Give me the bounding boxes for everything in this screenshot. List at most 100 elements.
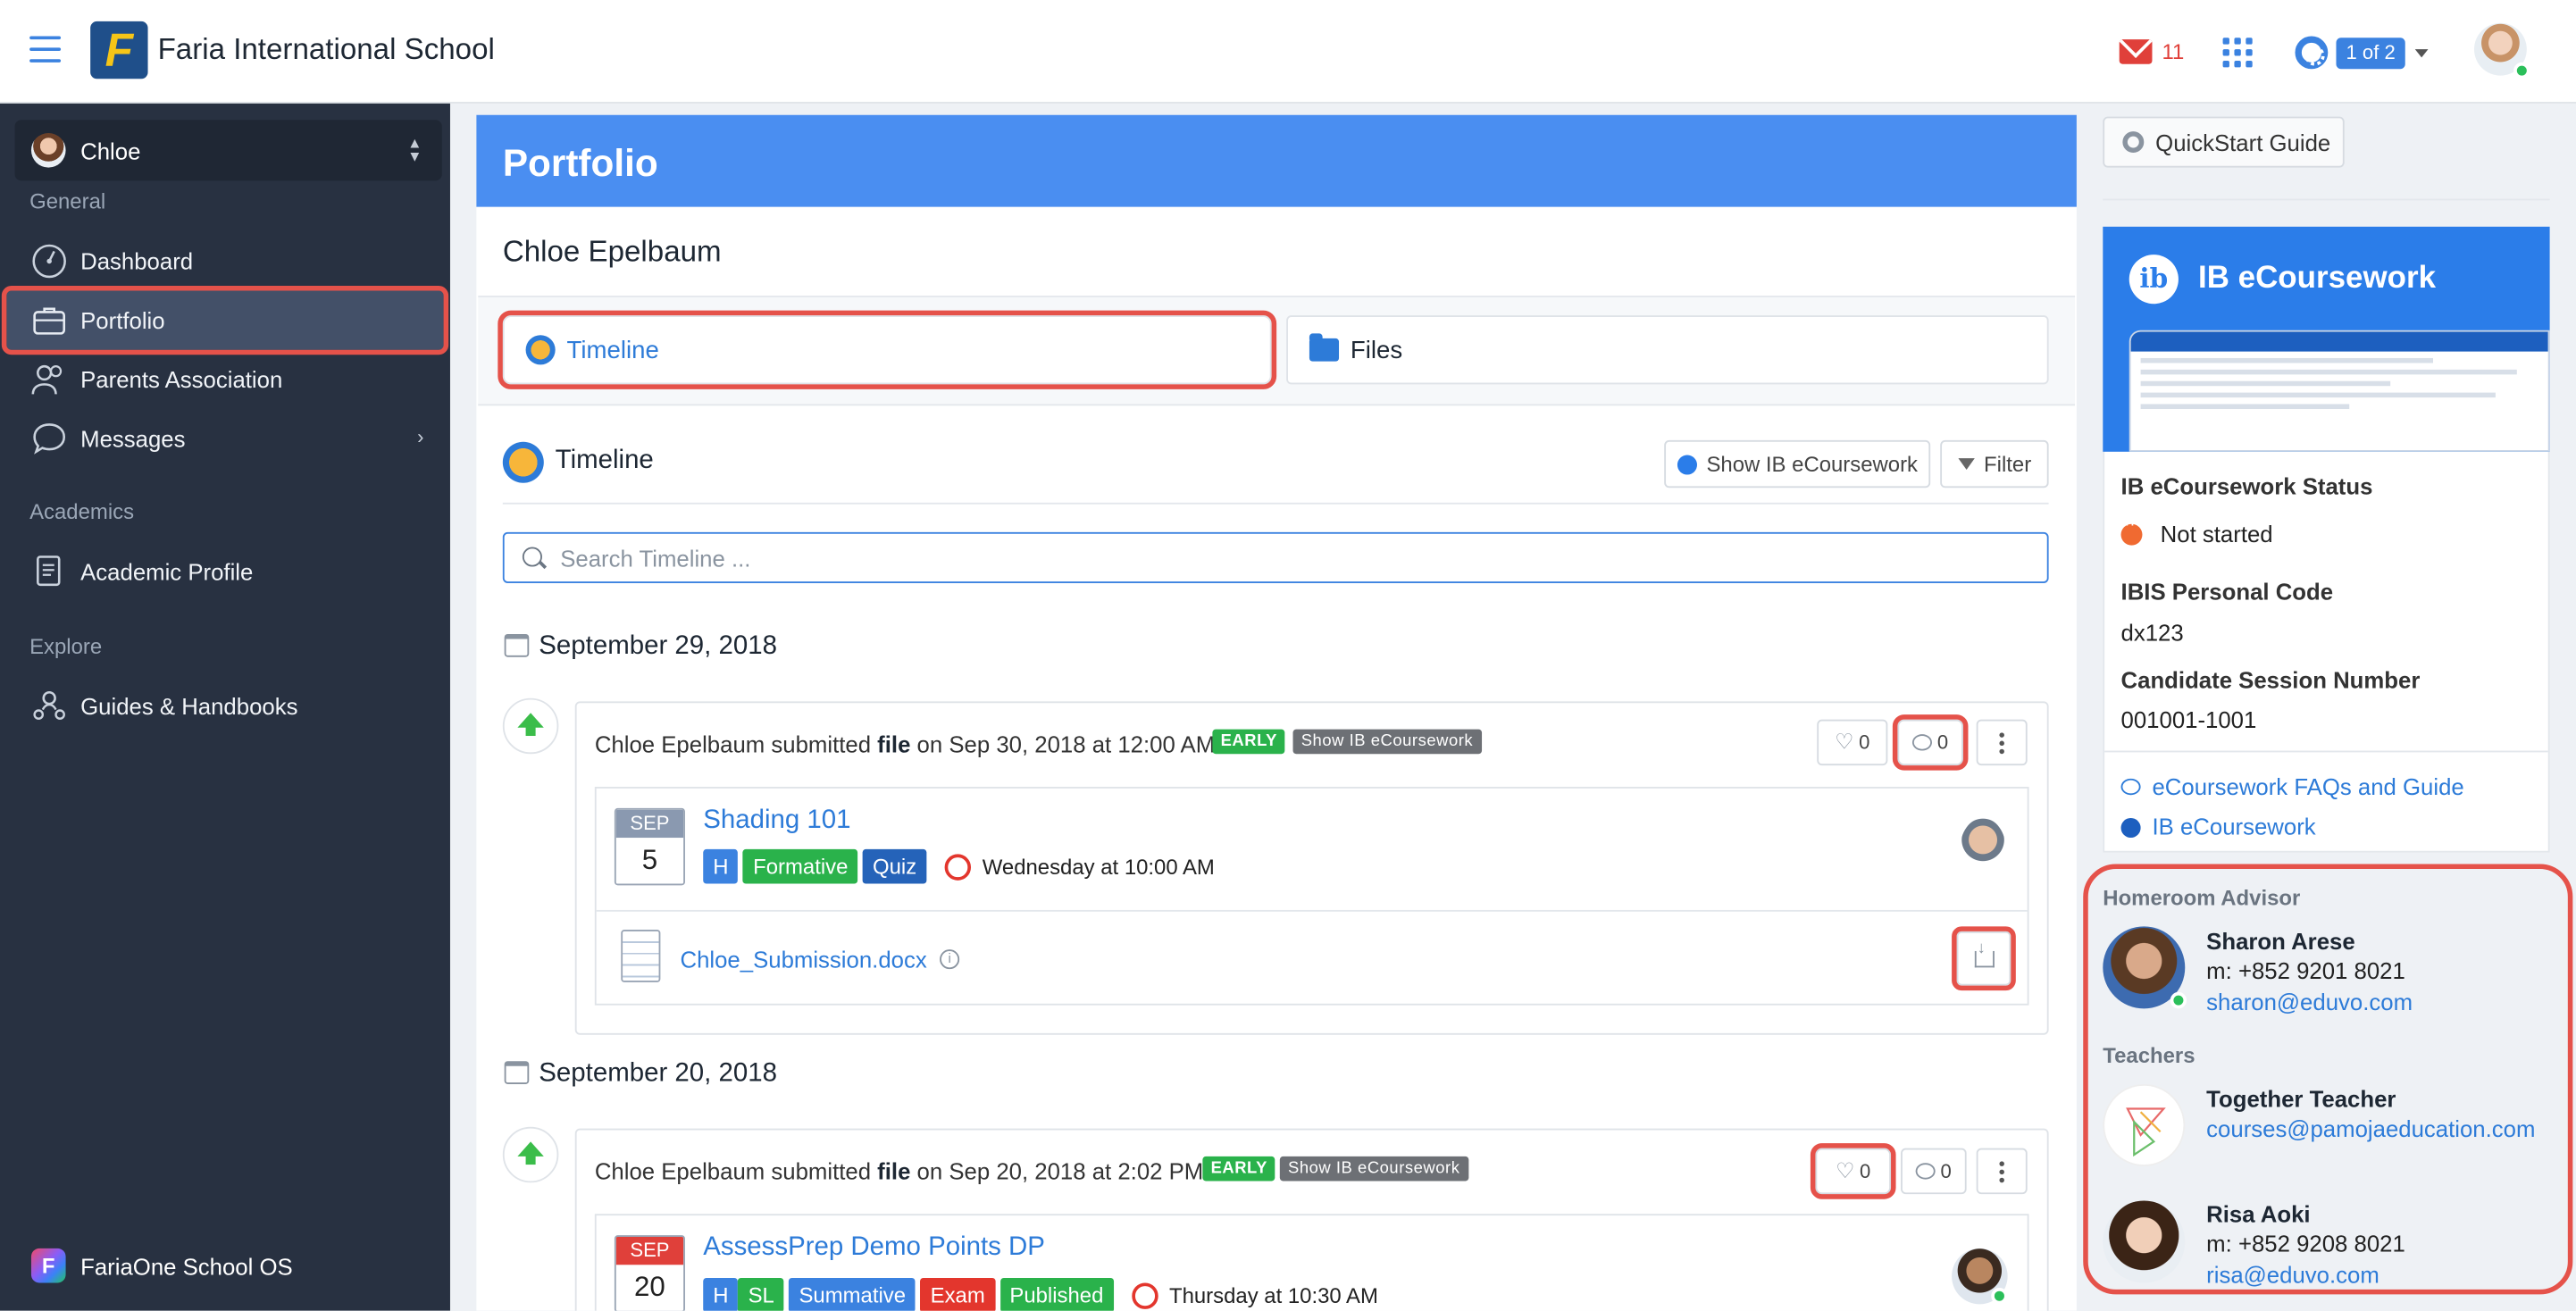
- divider: [502, 502, 2049, 505]
- advisor-email-link[interactable]: sharon@eduvo.com: [2206, 989, 2413, 1015]
- sidebar-item-label: Parents Association: [80, 366, 283, 393]
- comment-button[interactable]: 0: [1892, 714, 1969, 771]
- sidebar-item-label: Portfolio: [80, 306, 165, 334]
- comment-count: 0: [1936, 731, 1949, 755]
- sidebar-user-name[interactable]: Chloe: [80, 138, 140, 164]
- ib-screenshot-preview: [2129, 330, 2550, 452]
- teacher-avatar[interactable]: [2103, 1200, 2186, 1283]
- alarm-clock-icon: [944, 854, 971, 881]
- more-options-button[interactable]: [1976, 1148, 2028, 1195]
- file-link[interactable]: Chloe_Submission.docx: [680, 946, 926, 972]
- teacher-email-link[interactable]: risa@eduvo.com: [2206, 1262, 2379, 1288]
- ib-status-label: IB eCoursework Status: [2120, 472, 2373, 500]
- clock-icon: [502, 441, 544, 483]
- sidebar-section-academics: Academics: [29, 499, 135, 524]
- tag-level: SL: [738, 1277, 784, 1311]
- school-logo[interactable]: F: [90, 21, 148, 79]
- upload-icon: [502, 697, 559, 755]
- assignment-title-link[interactable]: Shading 101: [703, 806, 850, 836]
- session-number-label: Candidate Session Number: [2120, 666, 2421, 694]
- ecoursework-faq-link[interactable]: eCoursework FAQs and Guide: [2152, 773, 2463, 799]
- lifebuoy-icon[interactable]: [2295, 36, 2329, 70]
- kebab-icon: [1999, 731, 2004, 754]
- due-time: Thursday at 10:30 AM: [1168, 1282, 1378, 1308]
- ib-title: IB eCoursework: [2197, 261, 2437, 296]
- gauge-icon: [31, 243, 67, 279]
- button-label: Show IB eCoursework: [1706, 451, 1919, 477]
- advisor-name: Sharon Arese: [2206, 928, 2355, 955]
- menu-icon[interactable]: [29, 36, 62, 63]
- fariaone-link[interactable]: FariaOne School OS: [80, 1253, 293, 1279]
- chevron-down-icon[interactable]: [2414, 49, 2429, 58]
- sidebar-item-guides-handbooks[interactable]: Guides & Handbooks: [6, 677, 443, 736]
- sidebar-section-explore: Explore: [29, 633, 103, 659]
- teacher-avatar: [1952, 1248, 2008, 1305]
- chat-bubble-icon: [31, 421, 67, 456]
- status-pending-icon: [2120, 516, 2143, 546]
- info-icon[interactable]: i: [940, 949, 960, 970]
- like-button[interactable]: ♡ 0: [1810, 1143, 1896, 1199]
- word-document-icon: [621, 930, 661, 982]
- users-icon: [31, 362, 67, 397]
- comment-icon: [1915, 1163, 1936, 1180]
- sidebar-item-parents-association[interactable]: Parents Association: [6, 350, 443, 409]
- search-timeline-field[interactable]: [502, 531, 2049, 583]
- more-options-button[interactable]: [1976, 719, 2028, 766]
- ib-icon: [2120, 817, 2141, 839]
- comment-button[interactable]: 0: [1901, 1148, 1967, 1195]
- tab-files[interactable]: Files: [1286, 315, 2049, 385]
- heart-icon: ♡: [1836, 1157, 1855, 1183]
- sidebar-item-messages[interactable]: Messages ›: [6, 409, 443, 468]
- online-status-dot: [1991, 1288, 2008, 1305]
- teacher-avatar: [1960, 817, 2006, 881]
- tag-type: Formative: [743, 848, 858, 884]
- homeroom-advisor-label: Homeroom Advisor: [2103, 885, 2301, 910]
- advisor-phone: m: +852 9201 8021: [2206, 957, 2405, 984]
- tab-timeline[interactable]: Timeline: [498, 310, 1277, 389]
- filter-icon: [1957, 458, 1975, 471]
- comment-count: 0: [1940, 1159, 1952, 1183]
- show-ib-ecoursework-button[interactable]: Show IB eCoursework: [1664, 439, 1931, 488]
- tag-level: H: [703, 1277, 739, 1311]
- due-date-box: SEP 5: [614, 807, 685, 886]
- show-ib-badge[interactable]: Show IB eCoursework: [1279, 1156, 1468, 1182]
- download-button[interactable]: [1952, 926, 2016, 991]
- search-input[interactable]: [560, 544, 2047, 572]
- clock-icon: [525, 335, 556, 365]
- teacher-email-link[interactable]: courses@pamojaeducation.com: [2206, 1115, 2535, 1141]
- user-switcher[interactable]: [14, 120, 442, 181]
- alarm-clock-icon: [1131, 1282, 1158, 1309]
- divider: [2103, 198, 2550, 201]
- tag-category: Exam: [920, 1277, 995, 1311]
- user-avatar-small: [30, 132, 66, 168]
- user-avatar[interactable]: [2473, 22, 2530, 79]
- tag-type: Summative: [789, 1277, 916, 1311]
- mail-count[interactable]: 11: [2162, 39, 2185, 64]
- teacher-avatar[interactable]: [2103, 1083, 2186, 1166]
- tag-level: H: [703, 848, 739, 884]
- account-pager[interactable]: 1 of 2: [2336, 38, 2405, 70]
- sidebar-item-label: Dashboard: [80, 247, 194, 275]
- ibis-code-label: IBIS Personal Code: [2120, 578, 2334, 605]
- sidebar-item-label: Academic Profile: [80, 558, 254, 585]
- briefcase-icon: [31, 302, 67, 338]
- show-ib-badge[interactable]: Show IB eCoursework: [1292, 729, 1482, 755]
- chevron-up-down-icon[interactable]: ▲ ▼: [407, 136, 422, 163]
- sidebar-item-portfolio[interactable]: Portfolio: [1, 286, 449, 355]
- early-badge: EARLY: [1202, 1156, 1276, 1182]
- assignment-tags: H Formative Quiz Wednesday at 10:00 AM: [703, 848, 1215, 884]
- online-status-dot: [2170, 991, 2187, 1009]
- document-icon: [31, 554, 67, 589]
- apps-grid-icon[interactable]: [2222, 38, 2253, 68]
- sidebar-item-dashboard[interactable]: Dashboard: [6, 231, 443, 290]
- date-day: 20: [634, 1271, 665, 1303]
- quickstart-guide-button[interactable]: QuickStart Guide: [2103, 116, 2345, 168]
- ib-ecoursework-link[interactable]: IB eCoursework: [2152, 813, 2315, 839]
- sidebar-item-academic-profile[interactable]: Academic Profile: [6, 542, 443, 601]
- mail-icon[interactable]: [2119, 39, 2153, 64]
- filter-button[interactable]: Filter: [1940, 439, 2049, 488]
- sidebar-item-label: Guides & Handbooks: [80, 693, 298, 720]
- assignment-title-link[interactable]: AssessPrep Demo Points DP: [703, 1233, 1045, 1263]
- like-button[interactable]: ♡ 0: [1817, 719, 1888, 766]
- due-time: Wednesday at 10:00 AM: [982, 854, 1215, 880]
